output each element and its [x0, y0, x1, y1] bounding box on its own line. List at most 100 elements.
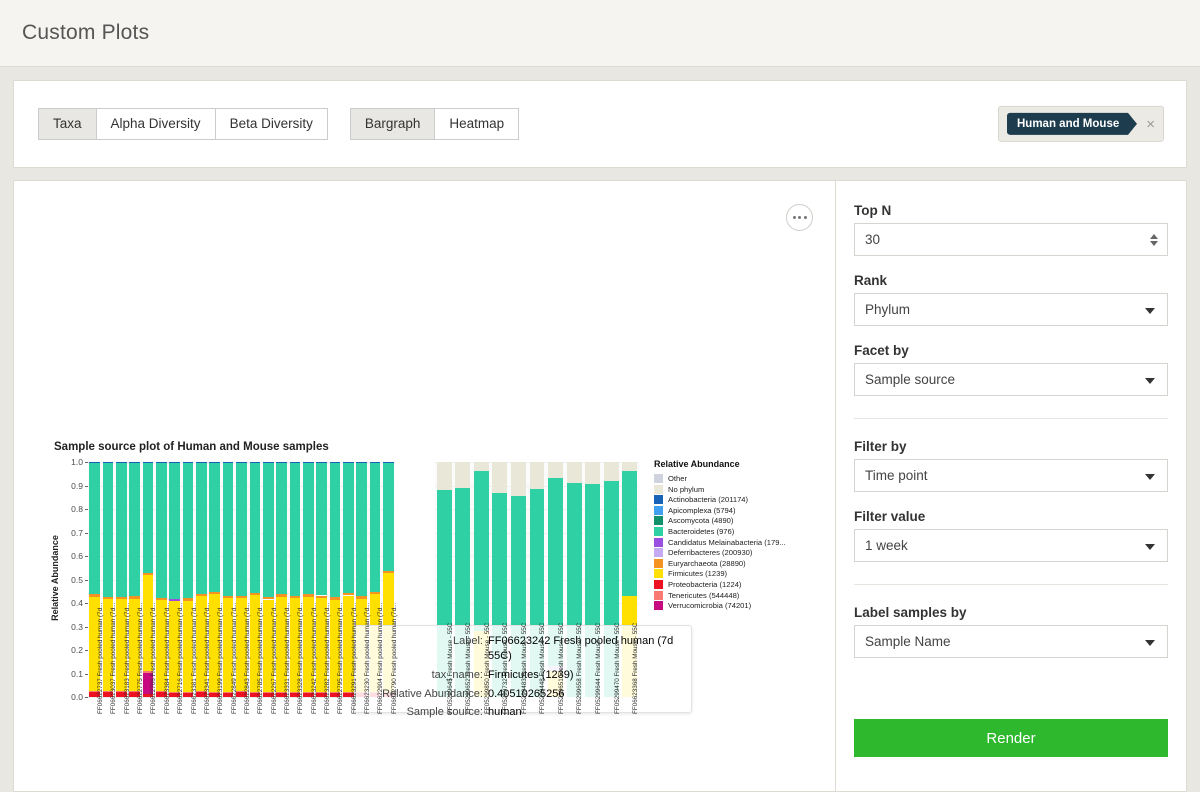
- bar-segment[interactable]: [316, 462, 327, 464]
- bar-segment[interactable]: [156, 463, 167, 598]
- bar-segment[interactable]: [276, 462, 287, 464]
- bar-segment[interactable]: [262, 462, 274, 464]
- bar-segment[interactable]: [369, 591, 381, 595]
- label-samples-by-select[interactable]: Sample Name: [854, 625, 1168, 658]
- bar-segment[interactable]: [276, 594, 287, 597]
- bar-segment[interactable]: [89, 594, 100, 597]
- bar-segment[interactable]: [492, 462, 508, 494]
- bar-segment[interactable]: [473, 471, 489, 632]
- bar-segment[interactable]: [169, 598, 181, 602]
- bar-segment[interactable]: [302, 463, 314, 595]
- bar-segment[interactable]: [289, 595, 301, 599]
- bar-segment[interactable]: [382, 462, 394, 464]
- bar-segment[interactable]: [236, 462, 247, 464]
- bar-segment[interactable]: [222, 595, 234, 599]
- bar-segment[interactable]: [102, 462, 114, 464]
- bar-segment[interactable]: [436, 462, 452, 491]
- close-icon[interactable]: ×: [1146, 117, 1155, 132]
- bar-segment[interactable]: [222, 463, 234, 596]
- bar-segment[interactable]: [585, 462, 601, 485]
- bar-segment[interactable]: [116, 463, 127, 597]
- tab-heatmap[interactable]: Heatmap: [434, 107, 520, 141]
- bar-segment[interactable]: [316, 463, 327, 596]
- bar-segment[interactable]: [329, 463, 341, 598]
- legend-label: Deferribacteres (200930): [668, 548, 753, 558]
- bar-segment[interactable]: [329, 597, 341, 600]
- bar-segment[interactable]: [329, 462, 341, 464]
- bar-segment[interactable]: [182, 598, 194, 601]
- chevron-down-icon: [1145, 307, 1155, 314]
- bar-segment[interactable]: [356, 463, 367, 597]
- bar-segment[interactable]: [289, 463, 301, 596]
- bar-segment[interactable]: [102, 463, 114, 597]
- bar-segment[interactable]: [142, 463, 154, 574]
- tab-alpha-diversity[interactable]: Alpha Diversity: [95, 107, 216, 141]
- bar-segment[interactable]: [249, 462, 261, 464]
- bar-segment[interactable]: [382, 570, 394, 573]
- bar-segment[interactable]: [262, 463, 274, 598]
- bar-segment[interactable]: [603, 462, 619, 481]
- bar-segment[interactable]: [302, 594, 314, 597]
- ellipsis-icon[interactable]: [786, 204, 813, 231]
- bar-segment[interactable]: [262, 597, 274, 600]
- bar-segment[interactable]: [622, 462, 638, 472]
- bar-segment[interactable]: [289, 462, 301, 464]
- filter-value-select[interactable]: 1 week: [854, 529, 1168, 562]
- dataset-badge-label[interactable]: Human and Mouse: [1007, 112, 1138, 136]
- bar-segment[interactable]: [356, 462, 367, 464]
- bar-segment[interactable]: [129, 463, 141, 596]
- bar-segment[interactable]: [222, 462, 234, 464]
- tab-bargraph[interactable]: Bargraph: [349, 107, 436, 141]
- bar-segment[interactable]: [236, 595, 247, 599]
- bar-segment[interactable]: [356, 596, 367, 599]
- bar-segment[interactable]: [89, 462, 100, 464]
- bar-segment[interactable]: [236, 463, 247, 596]
- bar-segment[interactable]: [342, 462, 354, 464]
- bar-segment[interactable]: [455, 462, 471, 488]
- rank-select[interactable]: Phylum: [854, 293, 1168, 326]
- bar-segment[interactable]: [342, 593, 354, 596]
- bar-segment[interactable]: [156, 462, 167, 464]
- bar-segment[interactable]: [142, 462, 154, 464]
- bar-segment[interactable]: [342, 463, 354, 594]
- bar-segment[interactable]: [196, 463, 207, 595]
- bar-segment[interactable]: [369, 463, 381, 592]
- bar-segment[interactable]: [196, 594, 207, 597]
- bar-segment[interactable]: [511, 462, 526, 497]
- bar-segment[interactable]: [209, 462, 221, 464]
- bar-segment[interactable]: [142, 573, 154, 576]
- bar-segment[interactable]: [182, 463, 194, 599]
- bar-segment[interactable]: [129, 595, 141, 599]
- bar-segment[interactable]: [89, 463, 100, 595]
- bar-segment[interactable]: [102, 596, 114, 600]
- render-button[interactable]: Render: [854, 719, 1168, 757]
- filter-by-select[interactable]: Time point: [854, 459, 1168, 492]
- bar-segment[interactable]: [302, 462, 314, 464]
- bar-segment[interactable]: [566, 462, 582, 483]
- top-n-input[interactable]: 30: [854, 223, 1168, 256]
- bar-segment[interactable]: [276, 463, 287, 595]
- bar-segment[interactable]: [548, 462, 563, 478]
- tab-taxa[interactable]: Taxa: [38, 107, 97, 141]
- tab-beta-diversity[interactable]: Beta Diversity: [214, 107, 328, 141]
- bar-segment[interactable]: [382, 463, 394, 571]
- bar-segment[interactable]: [249, 463, 261, 593]
- bar-segment[interactable]: [156, 597, 167, 600]
- bar-segment[interactable]: [249, 592, 261, 596]
- bar-segment[interactable]: [622, 471, 638, 596]
- bar-segment[interactable]: [369, 462, 381, 464]
- bar-segment[interactable]: [116, 596, 127, 600]
- bar-segment[interactable]: [116, 462, 127, 464]
- facet-by-select[interactable]: Sample source: [854, 363, 1168, 396]
- bar-segment[interactable]: [129, 462, 141, 464]
- bar-segment[interactable]: [169, 462, 181, 464]
- bar-segment[interactable]: [182, 462, 194, 464]
- bar-segment[interactable]: [209, 591, 221, 595]
- stepper-icon[interactable]: [1150, 233, 1158, 246]
- bar-segment[interactable]: [196, 462, 207, 464]
- bar-segment[interactable]: [529, 462, 545, 490]
- bar-segment[interactable]: [473, 462, 489, 472]
- bar-segment[interactable]: [316, 595, 327, 598]
- bar-segment[interactable]: [209, 463, 221, 592]
- bar-segment[interactable]: [169, 463, 181, 599]
